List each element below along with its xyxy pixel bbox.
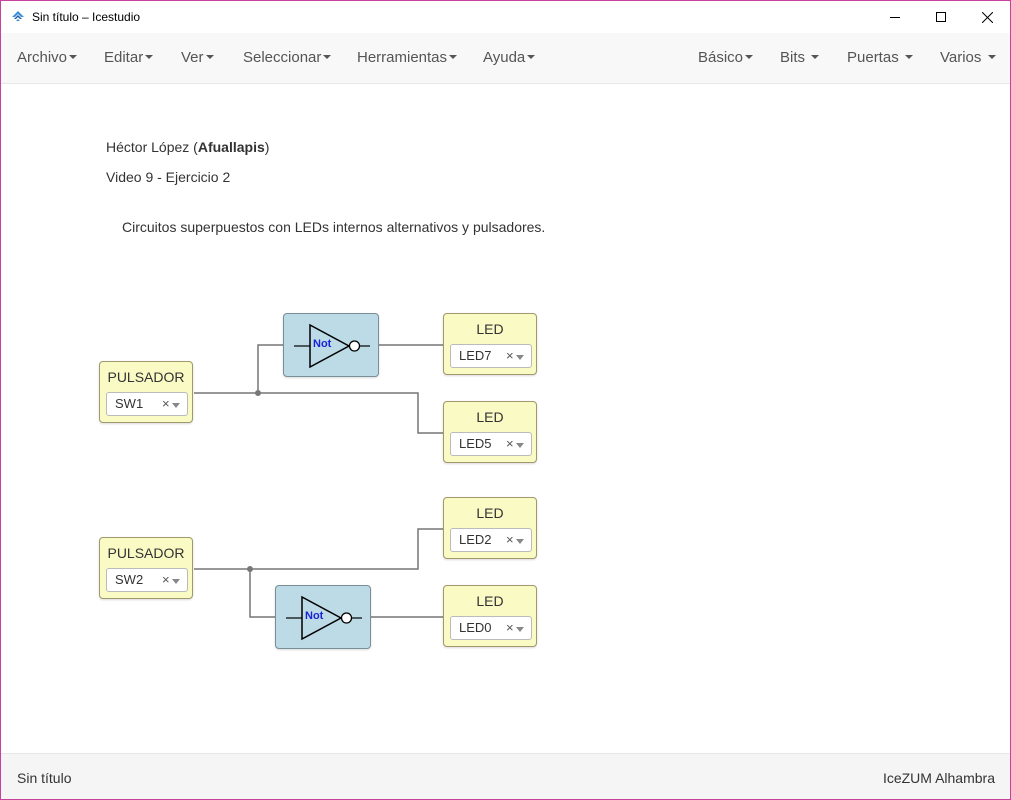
caret-down-icon bbox=[323, 55, 332, 60]
board-name[interactable]: IceZUM Alhambra bbox=[883, 770, 995, 786]
dropdown-arrow-icon bbox=[516, 355, 524, 360]
title-bar: Sin título – Icestudio bbox=[1, 1, 1010, 33]
led-block-led2[interactable]: LED LED2 × bbox=[443, 497, 537, 559]
not-gate-icon bbox=[294, 323, 370, 369]
window-title: Sin título – Icestudio bbox=[32, 10, 141, 24]
pulsador-block-sw1[interactable]: PULSADOR SW1 × bbox=[99, 361, 193, 423]
menu-bar: Archivo Editar Ver Seleccionar Herramien… bbox=[1, 33, 1010, 84]
clear-icon[interactable]: × bbox=[506, 532, 514, 547]
pin-select[interactable]: SW2 × bbox=[106, 568, 188, 592]
project-name: Sin título bbox=[17, 770, 72, 786]
pin-select[interactable]: LED0 × bbox=[450, 616, 532, 640]
led-block-led5[interactable]: LED LED5 × bbox=[443, 401, 537, 463]
pin-value: LED2 bbox=[459, 532, 492, 547]
block-title: LED bbox=[476, 505, 504, 521]
block-title: PULSADOR bbox=[107, 369, 185, 385]
minimize-icon bbox=[890, 17, 900, 18]
caret-down-icon bbox=[987, 55, 996, 60]
led-block-led7[interactable]: LED LED7 × bbox=[443, 313, 537, 375]
maximize-button[interactable] bbox=[918, 1, 964, 33]
clear-icon[interactable]: × bbox=[506, 348, 514, 363]
dropdown-arrow-icon bbox=[516, 627, 524, 632]
caret-down-icon bbox=[811, 55, 820, 60]
icestudio-logo-icon bbox=[12, 11, 24, 21]
block-title: PULSADOR bbox=[107, 545, 185, 561]
not-gate-block-1[interactable]: Not bbox=[283, 313, 379, 377]
status-bar: Sin título IceZUM Alhambra bbox=[1, 753, 1010, 799]
menu-label: Puertas bbox=[847, 49, 899, 66]
menu-label: Seleccionar bbox=[243, 49, 322, 66]
caret-down-icon bbox=[449, 55, 458, 60]
not-gate-block-2[interactable]: Not bbox=[275, 585, 371, 649]
clear-icon[interactable]: × bbox=[162, 396, 170, 411]
clear-icon[interactable]: × bbox=[506, 436, 514, 451]
menu-archivo[interactable]: Archivo bbox=[17, 33, 78, 83]
menu-label: Herramientas bbox=[357, 49, 448, 66]
app-window: Sin título – Icestudio Archivo Editar Ve… bbox=[0, 0, 1011, 800]
block-title: LED bbox=[476, 593, 504, 609]
menu-label: Básico bbox=[698, 49, 744, 66]
caret-down-icon bbox=[745, 55, 754, 60]
close-button[interactable] bbox=[964, 1, 1010, 33]
pin-select[interactable]: SW1 × bbox=[106, 392, 188, 416]
menu-label: Archivo bbox=[17, 49, 68, 66]
pulsador-block-sw2[interactable]: PULSADOR SW2 × bbox=[99, 537, 193, 599]
block-title: LED bbox=[476, 409, 504, 425]
menu-basico[interactable]: Básico bbox=[698, 33, 754, 83]
not-label: Not bbox=[313, 338, 332, 350]
dropdown-arrow-icon bbox=[172, 403, 180, 408]
not-gate-icon bbox=[286, 595, 362, 641]
wire-sw2-not2 bbox=[249, 569, 276, 618]
dropdown-arrow-icon bbox=[172, 579, 180, 584]
menu-varios[interactable]: Varios bbox=[940, 33, 996, 83]
caret-down-icon bbox=[205, 55, 214, 60]
menu-puertas[interactable]: Puertas bbox=[847, 33, 913, 83]
caret-down-icon bbox=[69, 55, 78, 60]
menu-label: Editar bbox=[104, 49, 144, 66]
caret-down-icon bbox=[904, 55, 913, 60]
menu-label: Ver bbox=[181, 49, 204, 66]
pin-value: SW1 bbox=[115, 396, 144, 411]
design-canvas[interactable]: Héctor López (Afuallapis) Video 9 - Ejer… bbox=[1, 84, 1010, 753]
wire-sw1-not1 bbox=[257, 344, 284, 393]
caret-down-icon bbox=[527, 55, 536, 60]
pin-value: SW2 bbox=[115, 572, 144, 587]
menu-label: Varios bbox=[940, 49, 982, 66]
wire-sw1-led5 bbox=[194, 392, 444, 434]
dropdown-arrow-icon bbox=[516, 443, 524, 448]
led-block-led0[interactable]: LED LED0 × bbox=[443, 585, 537, 647]
pin-value: LED5 bbox=[459, 436, 492, 451]
menu-label: Ayuda bbox=[483, 49, 526, 66]
menu-seleccionar[interactable]: Seleccionar bbox=[243, 33, 332, 83]
wire-sw2-led2 bbox=[194, 528, 444, 570]
menu-herramientas[interactable]: Herramientas bbox=[357, 33, 458, 83]
pin-select[interactable]: LED5 × bbox=[450, 432, 532, 456]
wire-junction bbox=[255, 390, 261, 396]
pin-select[interactable]: LED7 × bbox=[450, 344, 532, 368]
block-title: LED bbox=[476, 321, 504, 337]
wire-junction bbox=[247, 566, 253, 572]
clear-icon[interactable]: × bbox=[506, 620, 514, 635]
pin-value: LED0 bbox=[459, 620, 492, 635]
pin-value: LED7 bbox=[459, 348, 492, 363]
minimize-button[interactable] bbox=[872, 1, 918, 33]
clear-icon[interactable]: × bbox=[162, 572, 170, 587]
caret-down-icon bbox=[145, 55, 154, 60]
menu-bits[interactable]: Bits bbox=[780, 33, 820, 83]
close-icon bbox=[981, 11, 993, 23]
menu-ayuda[interactable]: Ayuda bbox=[483, 33, 536, 83]
menu-ver[interactable]: Ver bbox=[181, 33, 214, 83]
maximize-icon bbox=[936, 12, 946, 22]
menu-editar[interactable]: Editar bbox=[104, 33, 154, 83]
pin-select[interactable]: LED2 × bbox=[450, 528, 532, 552]
menu-label: Bits bbox=[780, 49, 806, 66]
not-label: Not bbox=[305, 610, 324, 622]
dropdown-arrow-icon bbox=[516, 539, 524, 544]
